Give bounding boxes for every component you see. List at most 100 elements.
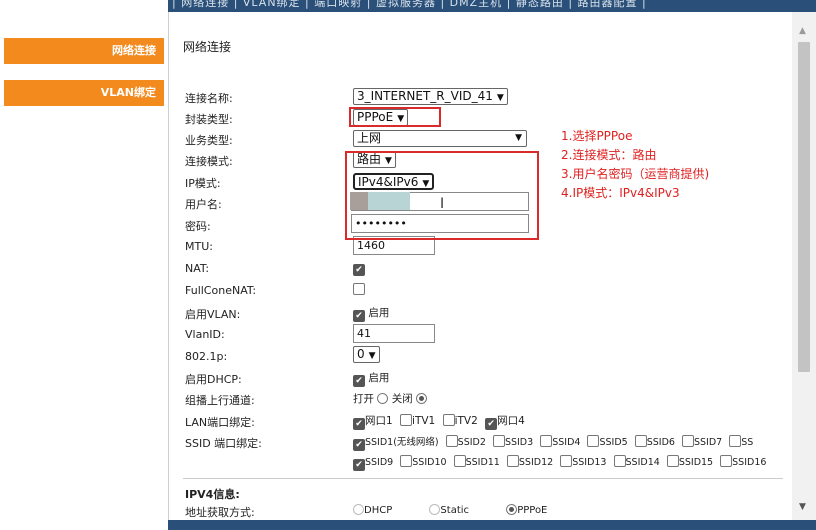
multicast-on-radio[interactable] (377, 393, 389, 404)
multicast-off-text: 关闭 (391, 393, 413, 405)
ssid13-text: SSID13 (572, 457, 607, 468)
conn-name-value: 3_INTERNET_R_VID_41 (357, 89, 493, 103)
dhcp-row: ✔ 启用 (353, 370, 389, 387)
ssid3-text: SSID3 (504, 437, 534, 448)
annotation-1: 1.选择PPPoe (561, 129, 633, 143)
conn-name-label: 连接名称: (185, 92, 233, 105)
encap-label: 封装类型: (185, 113, 233, 126)
ssid12-checkbox[interactable] (506, 455, 519, 467)
text-cursor-icon: I (440, 196, 445, 212)
lan-port1-checkbox[interactable]: ✔ (353, 418, 365, 430)
ssid4-text: SSID4 (552, 437, 581, 448)
ssid-bind-label: SSID 端口绑定: (185, 437, 262, 450)
sidebar: 网络连接 VLAN绑定 (0, 0, 168, 530)
ssid6-checkbox[interactable] (634, 435, 647, 447)
ssid7-text: SSID7 (694, 437, 723, 448)
p8021-value: 0 (357, 347, 365, 361)
dhcp-checkbox[interactable]: ✔ (353, 375, 365, 387)
ssid10-text: SSID10 (412, 457, 447, 468)
page-title: 网络连接 (183, 40, 232, 54)
p8021-select[interactable]: 0 ▼ (353, 346, 380, 363)
dhcp-label: 启用DHCP: (185, 373, 242, 386)
chevron-down-icon: ▼ (496, 93, 504, 103)
annotation-4: 4.IP模式：IPv4&IPv3 (561, 186, 680, 200)
ssid7-checkbox[interactable] (682, 435, 694, 447)
scroll-up-arrow-icon[interactable]: ▲ (799, 26, 806, 36)
ssid8-checkbox[interactable] (729, 435, 742, 447)
itv1-checkbox[interactable] (400, 414, 413, 426)
ipv4-dhcp-text: DHCP (364, 505, 393, 516)
section-divider (183, 478, 783, 479)
ssid15-checkbox[interactable] (666, 455, 679, 467)
lan-port1-text: 网口1 (365, 415, 393, 427)
bottom-bar (168, 520, 816, 530)
ssid14-checkbox[interactable] (613, 455, 626, 467)
fullcone-checkbox[interactable] (353, 283, 365, 295)
ssid-row-1: ✔ SSID1(无线网络) SSID2 SSID3 SSID4 SSID5 SSI… (353, 434, 757, 451)
ssid8-text: SS (741, 437, 754, 448)
ssid12-text: SSID12 (518, 457, 554, 468)
nat-checkbox[interactable]: ✔ (353, 264, 365, 276)
top-nav-links[interactable]: | 网络连接 | VLAN绑定 | 端口映射 | 虚拟服务器 | DMZ主机 |… (172, 0, 647, 10)
ssid9-text: SSID9 (365, 457, 394, 468)
multicast-off-radio[interactable] (416, 393, 428, 404)
ssid5-checkbox[interactable] (587, 435, 600, 447)
ipv4-title: IPV4信息: (185, 488, 240, 501)
ssid4-checkbox[interactable] (540, 435, 553, 447)
conn-name-select[interactable]: 3_INTERNET_R_VID_41 ▼ (353, 88, 508, 105)
sidebar-item-vlan-binding[interactable]: VLAN绑定 (4, 80, 164, 106)
chevron-down-icon: ▼ (368, 351, 376, 361)
ssid1-checkbox[interactable]: ✔ (353, 439, 365, 451)
ssid11-text: SSID11 (465, 457, 500, 468)
ssid2-checkbox[interactable] (445, 435, 458, 447)
username-blur-mask-2 (368, 192, 410, 210)
lan-port4-text: 网口4 (497, 415, 525, 427)
lan-bind-row: ✔ 网口1 iTV1 iTV2 ✔ 网口4 (353, 413, 529, 430)
ssid1-text: SSID1(无线网络) (365, 437, 439, 448)
vlan-id-label: VlanID: (185, 328, 225, 341)
conn-mode-label: 连接模式: (185, 155, 233, 168)
main-content: 网络连接 连接名称: 封装类型: 业务类型: 连接模式: IP模式: 用户名: … (168, 12, 792, 520)
service-value: 上网 (357, 131, 382, 145)
itv2-text: iTV2 (454, 415, 478, 427)
chevron-down-icon: ▼ (515, 133, 522, 143)
ipv4-static-radio[interactable] (429, 504, 441, 515)
ssid16-text: SSID16 (732, 457, 767, 468)
fullcone-label: FullConeNAT: (185, 284, 257, 297)
scroll-down-arrow-icon[interactable]: ▼ (799, 502, 806, 512)
mtu-label: MTU: (185, 240, 213, 253)
sidebar-item-network-connection[interactable]: 网络连接 (4, 38, 164, 64)
ssid16-checkbox[interactable] (720, 455, 733, 467)
vertical-scrollbar[interactable]: ▲ ▼ (792, 12, 816, 520)
multicast-row: 打开 关闭 (353, 391, 428, 406)
itv2-checkbox[interactable] (442, 414, 455, 426)
username-label: 用户名: (185, 198, 222, 211)
nat-row: ✔ (353, 261, 365, 276)
vlan-enable-label: 启用VLAN: (185, 308, 241, 321)
lan-bind-label: LAN端口绑定: (185, 416, 255, 429)
vlan-enable-checkbox[interactable]: ✔ (353, 310, 365, 322)
itv1-text: iTV1 (412, 415, 436, 427)
ipv4-addr-label: 地址获取方式: (185, 506, 255, 519)
lan-port4-checkbox[interactable]: ✔ (485, 418, 498, 430)
ssid10-checkbox[interactable] (400, 455, 413, 467)
ipv4-pppoe-radio[interactable] (506, 504, 518, 515)
ssid3-checkbox[interactable] (492, 435, 505, 447)
dhcp-enable-text: 启用 (368, 372, 390, 384)
service-select[interactable]: 上网 ▼ (353, 130, 527, 147)
p8021-label: 802.1p: (185, 350, 228, 363)
scroll-thumb[interactable] (798, 42, 810, 372)
ssid2-text: SSID2 (457, 437, 486, 448)
ipv4-static-text: Static (440, 505, 470, 516)
ssid15-text: SSID15 (678, 457, 714, 468)
vlan-id-input[interactable]: 41 (353, 324, 435, 343)
ssid9-checkbox[interactable]: ✔ (353, 459, 365, 471)
ssid14-text: SSID14 (625, 457, 660, 468)
ssid-row-2: ✔ SSID9 SSID10 SSID11 SSID12 SSID13 SSID1… (353, 455, 770, 471)
multicast-label: 组播上行通道: (185, 394, 255, 407)
username-blur-mask (350, 192, 368, 210)
ipv4-dhcp-radio[interactable] (353, 504, 364, 515)
ssid5-text: SSID5 (599, 437, 628, 448)
ssid11-checkbox[interactable] (453, 455, 466, 467)
ssid13-checkbox[interactable] (560, 455, 573, 467)
